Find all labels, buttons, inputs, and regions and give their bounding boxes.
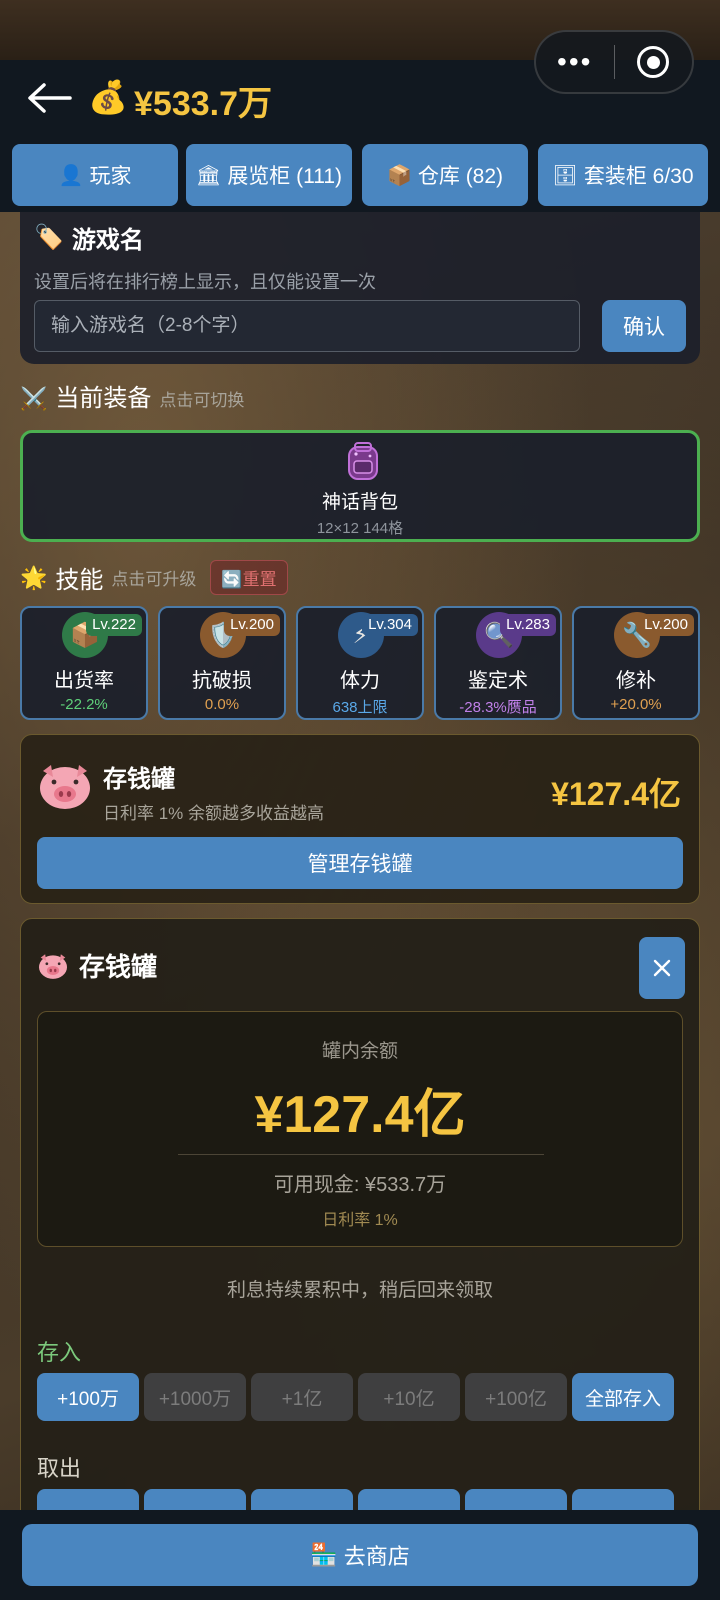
- pig-icon: [40, 765, 90, 809]
- balance-amount: ¥127.4亿: [254, 1086, 466, 1144]
- game-name-card: 🏷️ 游戏名 设置后将在排行榜上显示，且仅能设置一次 确认: [20, 212, 700, 364]
- game-name-desc: 设置后将在排行榜上显示，且仅能设置一次: [34, 272, 376, 292]
- skills-hint: 点击可升级: [111, 570, 197, 589]
- tab-label: 玩家: [89, 165, 132, 188]
- tab-label: 套装柜 6/30: [583, 165, 694, 188]
- equipment-title: 当前装备: [55, 385, 152, 412]
- tab-player[interactable]: 👤 玩家: [12, 144, 178, 206]
- piggy-bank-panel: 存钱罐 罐内余额 ¥127.4亿 可用现金: ¥533.7万 日利率 1% 利息…: [20, 918, 700, 1600]
- game-name-title: 🏷️ 游戏名: [34, 220, 144, 255]
- bottom-bar: 🏪 去商店: [0, 1510, 720, 1600]
- tab-suit-cabinet[interactable]: 🗄 套装柜 6/30: [538, 144, 708, 206]
- deposit-button[interactable]: +1亿: [251, 1373, 353, 1421]
- more-icon[interactable]: •••: [536, 46, 614, 78]
- deposit-button[interactable]: 全部存入: [572, 1373, 674, 1421]
- tag-icon: 🏷️: [34, 224, 64, 251]
- go-shop-button[interactable]: 🏪 去商店: [22, 1524, 698, 1586]
- skill-level: Lv.304: [362, 614, 418, 636]
- piggy-amount: ¥127.4亿: [551, 776, 681, 812]
- divider: [178, 1154, 544, 1155]
- equipment-hint: 点击可切换: [159, 391, 245, 410]
- tab-label: 展览柜 (111): [227, 165, 343, 188]
- back-arrow-icon[interactable]: [26, 80, 72, 116]
- skill-card[interactable]: 📦 Lv.222 出货率 -22.2%: [20, 606, 148, 720]
- skill-value: 0.0%: [204, 696, 240, 713]
- deposit-button[interactable]: +100万: [37, 1373, 139, 1421]
- deposit-button[interactable]: +100亿: [465, 1373, 567, 1421]
- balance-label: 罐内余额: [321, 1041, 398, 1062]
- tab-bar: 👤 玩家 🏛 展览柜 (111) 📦 仓库 (82) 🗄 套装柜 6/30: [0, 138, 720, 212]
- cabinet-icon: 🗄: [552, 164, 578, 187]
- skill-value: 638上限: [332, 699, 388, 716]
- deposit-button[interactable]: +10亿: [358, 1373, 460, 1421]
- close-program-button[interactable]: [614, 46, 692, 78]
- skill-level: Lv.222: [86, 614, 142, 636]
- deposit-label: 存入: [37, 1340, 82, 1365]
- skill-value: -22.2%: [60, 696, 108, 713]
- skill-name: 体力: [340, 670, 380, 692]
- sparkle-icon: 🌟: [20, 564, 48, 590]
- target-icon: [637, 46, 670, 78]
- piggy-rate: 日利率 1% 余额越多收益越高: [103, 804, 325, 823]
- museum-icon: 🏛: [195, 164, 222, 187]
- money-bag-icon: 💰: [88, 79, 128, 115]
- tab-showcase[interactable]: 🏛 展览柜 (111): [186, 144, 352, 206]
- package-icon: 📦: [386, 164, 412, 187]
- piggy-panel-title: 存钱罐: [37, 947, 157, 984]
- interest-status: 利息持续累积中，稍后回来领取: [226, 1280, 493, 1301]
- money-amount: ¥533.7万: [134, 85, 272, 123]
- skill-level: Lv.200: [638, 614, 694, 636]
- swords-icon: ⚔️: [20, 386, 48, 411]
- mini-program-capsule: •••: [534, 30, 694, 94]
- withdraw-label: 取出: [37, 1456, 82, 1481]
- balance-box: 罐内余额 ¥127.4亿 可用现金: ¥533.7万 日利率 1%: [37, 1011, 683, 1247]
- skill-level: Lv.283: [500, 614, 556, 636]
- store-icon: 🏪: [310, 1542, 338, 1567]
- skill-value: +20.0%: [610, 696, 662, 713]
- skill-card[interactable]: 🛡️ Lv.200 抗破损 0.0%: [158, 606, 286, 720]
- available-cash: 可用现金: ¥533.7万: [273, 1174, 447, 1196]
- skill-card[interactable]: ⚡ Lv.304 体力 638上限: [296, 606, 424, 720]
- skill-name: 鉴定术: [468, 670, 528, 692]
- skill-value: -28.3%赝品: [459, 699, 537, 716]
- deposit-button[interactable]: +1000万: [144, 1373, 246, 1421]
- go-shop-label: 去商店: [343, 1544, 410, 1569]
- current-equipment-card[interactable]: 神话背包 12×12 144格: [20, 430, 700, 542]
- skills-heading: 🌟 技能 点击可升级 🔄重置: [20, 560, 288, 595]
- manage-piggy-button[interactable]: 管理存钱罐: [37, 837, 683, 889]
- pig-icon: [39, 953, 67, 979]
- skill-name: 修补: [616, 670, 656, 692]
- piggy-panel-title-text: 存钱罐: [79, 952, 158, 982]
- equipment-heading: ⚔️ 当前装备 点击可切换: [20, 378, 244, 413]
- person-icon: 👤: [58, 164, 84, 187]
- piggy-title: 存钱罐: [103, 766, 175, 793]
- game-name-title-text: 游戏名: [71, 227, 144, 254]
- daily-rate: 日利率 1%: [322, 1212, 398, 1229]
- skill-card[interactable]: 🔧 Lv.200 修补 +20.0%: [572, 606, 700, 720]
- skill-card[interactable]: 🔍 Lv.283 鉴定术 -28.3%赝品: [434, 606, 562, 720]
- skill-level: Lv.200: [224, 614, 280, 636]
- backpack-icon: [348, 442, 378, 480]
- game-name-input[interactable]: [34, 300, 580, 352]
- confirm-button[interactable]: 确认: [602, 300, 686, 352]
- close-icon: [653, 959, 671, 977]
- skill-name: 抗破损: [192, 670, 252, 692]
- skills-title: 技能: [55, 567, 104, 594]
- skill-name: 出货率: [54, 670, 114, 692]
- tab-warehouse[interactable]: 📦 仓库 (82): [362, 144, 528, 206]
- tab-label: 仓库 (82): [417, 165, 504, 188]
- piggy-bank-summary: 存钱罐 日利率 1% 余额越多收益越高 ¥127.4亿 管理存钱罐: [20, 734, 700, 904]
- close-button[interactable]: [639, 937, 685, 999]
- equipment-name: 神话背包: [321, 492, 398, 513]
- reset-button[interactable]: 🔄重置: [210, 560, 288, 595]
- equipment-size: 12×12 144格: [316, 520, 404, 537]
